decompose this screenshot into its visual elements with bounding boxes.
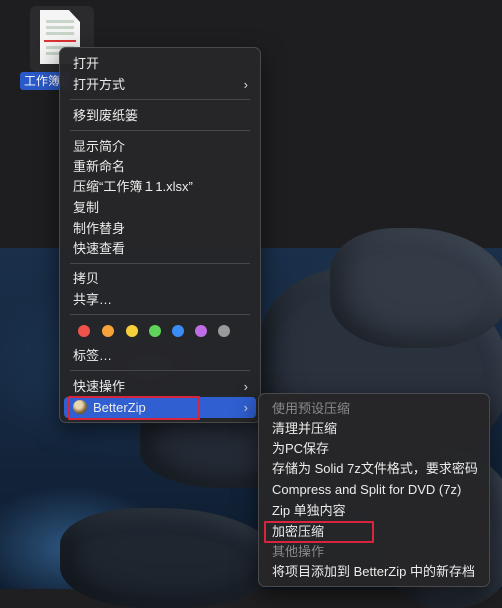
menu-separator (70, 370, 250, 371)
betterzip-submenu: 使用预设压缩 清理并压缩 为PC保存 存储为 Solid 7z文件格式，要求密码… (258, 393, 490, 587)
menu-item-get-info[interactable]: 显示简介 (64, 136, 256, 157)
tag-yellow-dot[interactable] (126, 325, 138, 337)
menu-item-open-with[interactable]: 打开方式 › (64, 74, 256, 95)
menu-item-share[interactable]: 共享… (64, 289, 256, 310)
submenu-item-solid-7z-password[interactable]: 存储为 Solid 7z文件格式，要求密码 (263, 458, 485, 479)
menu-item-compress[interactable]: 压缩“工作簿１1.xlsx” (64, 176, 256, 197)
tag-purple-dot[interactable] (195, 325, 207, 337)
encrypt-highlight-box (264, 521, 374, 543)
menu-item-tags[interactable]: 标签… (64, 345, 256, 366)
submenu-header-presets: 使用预设压缩 (272, 401, 351, 416)
tag-orange-dot[interactable] (102, 325, 114, 337)
tag-blue-dot[interactable] (172, 325, 184, 337)
context-menu: 打开 打开方式 › 移到废纸篓 显示简介 重新命名 压缩“工作簿１1.xlsx”… (59, 47, 261, 423)
submenu-item-zip-contents[interactable]: Zip 单独内容 (263, 500, 485, 521)
chevron-right-icon: › (243, 400, 248, 415)
menu-item-label: 快速操作 (73, 379, 126, 394)
menu-item-open[interactable]: 打开 (64, 53, 256, 74)
menu-separator (70, 314, 250, 315)
tag-red-dot[interactable] (78, 325, 90, 337)
submenu-item-split-dvd[interactable]: Compress and Split for DVD (7z) (263, 479, 485, 500)
chevron-right-icon: › (243, 77, 248, 92)
menu-separator (70, 263, 250, 264)
tag-green-dot[interactable] (149, 325, 161, 337)
menu-item-quick-actions[interactable]: 快速操作 › (64, 376, 256, 397)
chevron-right-icon: › (243, 379, 248, 394)
submenu-item-save-for-pc[interactable]: 为PC保存 (263, 438, 485, 459)
submenu-item-add-to-new-archive[interactable]: 将项目添加到 BetterZip 中的新存档 (263, 561, 485, 582)
menu-item-make-alias[interactable]: 制作替身 (64, 218, 256, 239)
tag-gray-dot[interactable] (218, 325, 230, 337)
menu-item-copy[interactable]: 拷贝 (64, 268, 256, 289)
menu-separator (70, 99, 250, 100)
betterzip-highlight-box (68, 396, 200, 420)
submenu-item-clean-compress[interactable]: 清理并压缩 (263, 418, 485, 439)
submenu-header-other: 其他操作 (272, 544, 325, 559)
menu-item-move-to-trash[interactable]: 移到废纸篓 (64, 105, 256, 126)
menu-separator (70, 130, 250, 131)
menu-item-label: 打开方式 (73, 77, 126, 92)
menu-item-duplicate[interactable]: 复制 (64, 197, 256, 218)
wallpaper-rock (60, 508, 280, 608)
menu-item-quick-look[interactable]: 快速查看 (64, 238, 256, 259)
menu-item-rename[interactable]: 重新命名 (64, 156, 256, 177)
wallpaper-rock (330, 228, 502, 348)
